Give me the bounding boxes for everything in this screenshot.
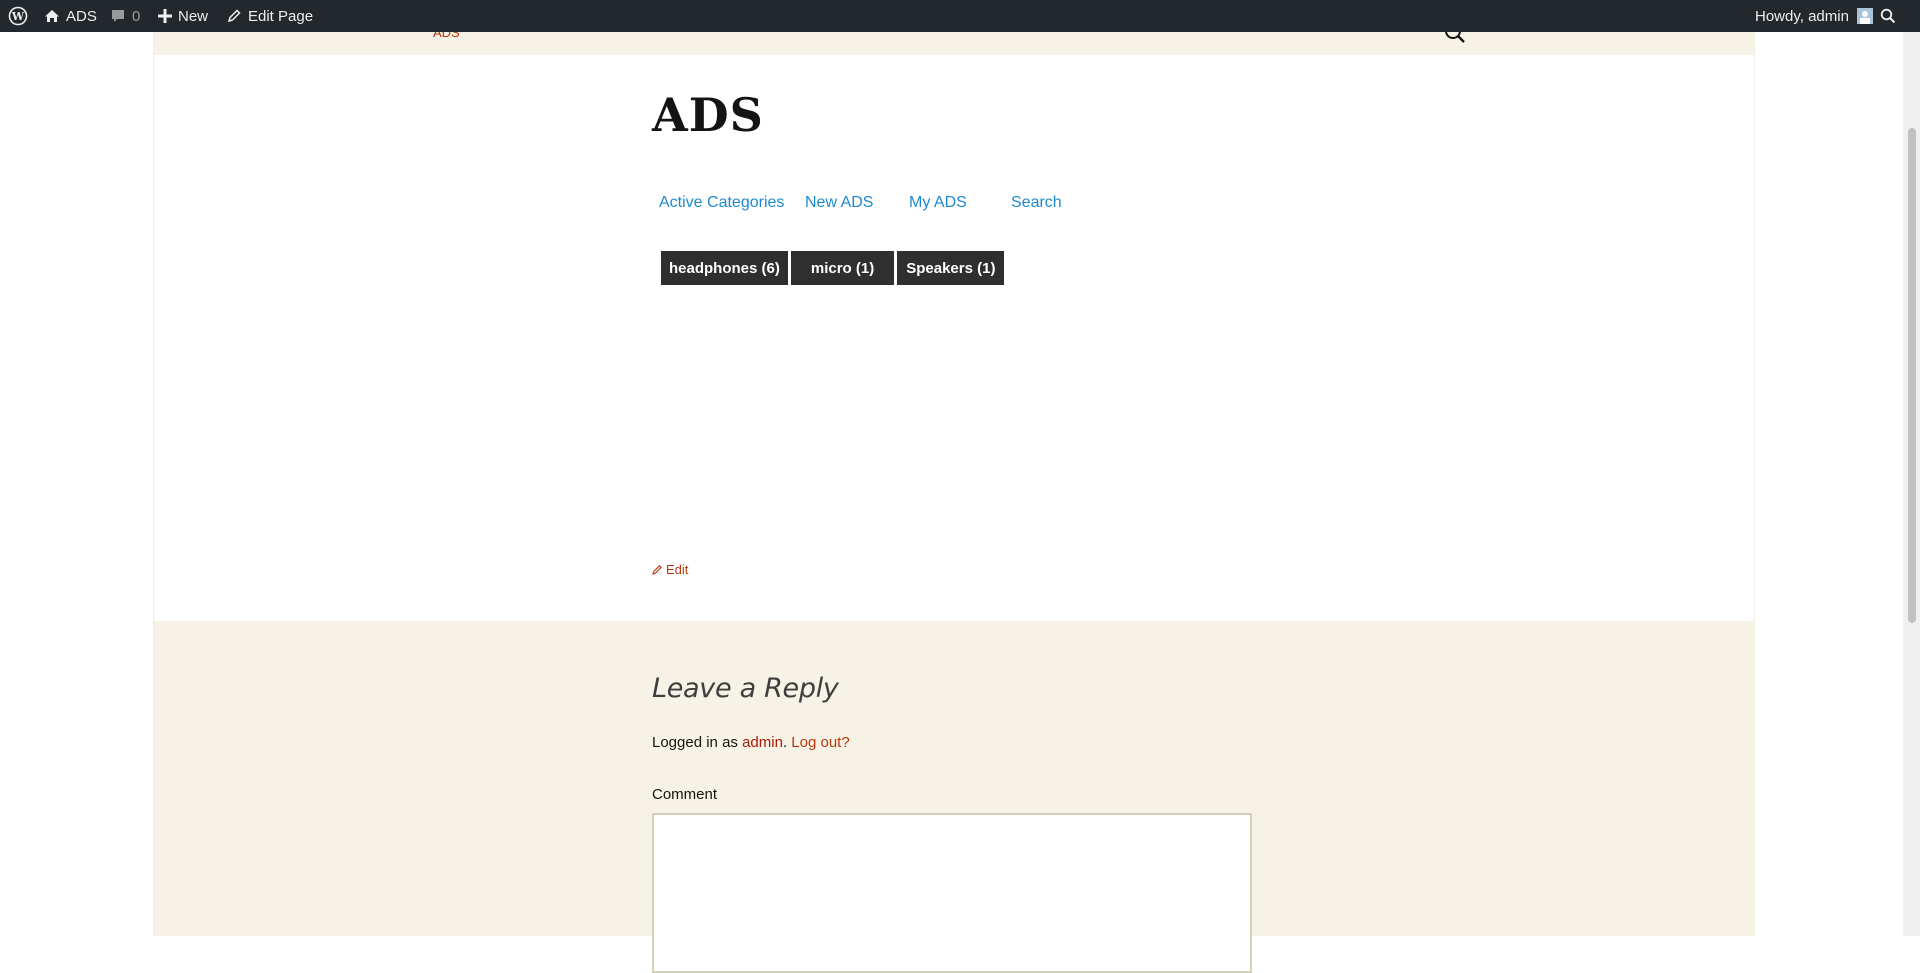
- edit-link-label: Edit: [666, 562, 689, 577]
- comments-count: 0: [132, 7, 141, 25]
- menu-item-search[interactable]: Search: [1011, 194, 1062, 212]
- site-title: ADS: [652, 88, 764, 142]
- edit-page-label: Edit Page: [248, 7, 314, 25]
- plus-icon: [158, 9, 172, 23]
- comment-textarea[interactable]: [652, 813, 1252, 973]
- category-headphones[interactable]: headphones (6): [661, 251, 788, 285]
- comment-label: Comment: [652, 786, 718, 803]
- avatar: [1856, 8, 1873, 24]
- menu-item-my-ads[interactable]: My ADS: [909, 194, 967, 212]
- admin-bar-site-link[interactable]: ADS: [44, 0, 97, 32]
- admin-bar-my-account[interactable]: Howdy, admin: [1755, 0, 1873, 32]
- admin-bar-edit-page[interactable]: Edit Page: [226, 0, 313, 32]
- pencil-icon: [227, 9, 241, 23]
- svg-text:W: W: [11, 10, 25, 23]
- category-list: headphones (6) micro (1) Speakers (1): [661, 251, 1005, 285]
- logout-link[interactable]: Log out?: [791, 734, 849, 751]
- logged-in-prefix: Logged in as: [652, 734, 743, 751]
- edit-post-link[interactable]: Edit: [652, 562, 688, 577]
- category-micro[interactable]: micro (1): [790, 251, 895, 285]
- category-speakers[interactable]: Speakers (1): [897, 251, 1005, 285]
- comment-bubble-icon: [112, 10, 124, 22]
- page-container: ADS ADS Active Categories New ADS My ADS…: [153, 0, 1755, 973]
- wordpress-logo-icon[interactable]: W: [8, 0, 28, 32]
- admin-bar-comments[interactable]: 0: [110, 0, 140, 32]
- howdy-text: Howdy, admin: [1755, 7, 1849, 25]
- logged-in-as: Logged in as admin. Log out?: [652, 734, 850, 751]
- new-label: New: [178, 7, 209, 25]
- profile-link[interactable]: admin: [742, 734, 783, 751]
- reply-title: Leave a Reply: [652, 673, 839, 704]
- menu-item-new-ads[interactable]: New ADS: [805, 194, 873, 212]
- page-scrollbar[interactable]: [1903, 32, 1920, 936]
- menu-item-active-categories[interactable]: Active Categories: [659, 194, 784, 212]
- comments-section: Leave a Reply Logged in as admin. Log ou…: [154, 621, 1754, 973]
- admin-bar-site-name: ADS: [66, 7, 97, 25]
- scrollbar-thumb[interactable]: [1908, 128, 1916, 623]
- home-icon: [45, 10, 59, 22]
- admin-bar: W ADS 0 New Edit Page Howdy, admin: [0, 0, 1920, 32]
- admin-bar-new[interactable]: New: [158, 0, 208, 32]
- pencil-icon: [652, 565, 662, 575]
- admin-bar-search-icon[interactable]: [1880, 0, 1896, 32]
